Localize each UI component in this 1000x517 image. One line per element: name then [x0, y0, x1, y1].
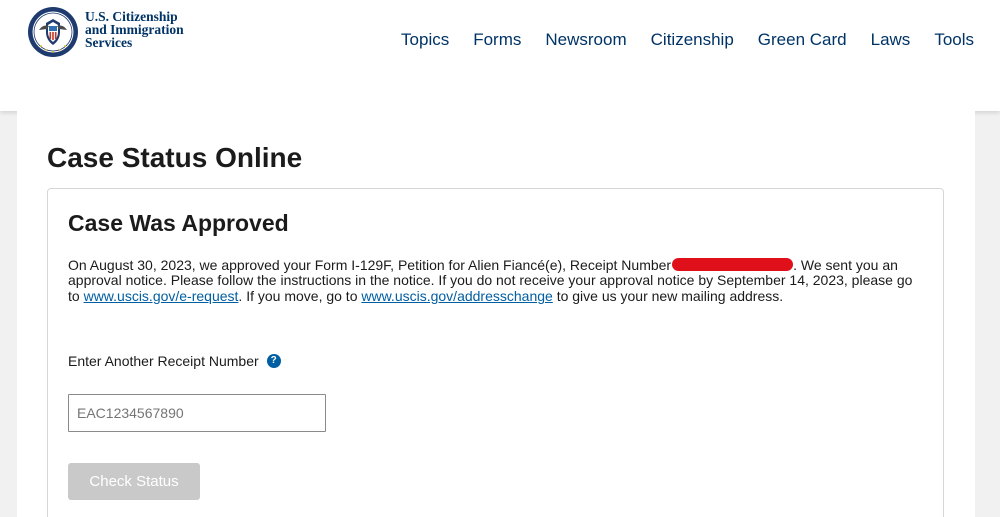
dhs-seal-icon [28, 7, 78, 57]
case-status-card: Case Was Approved On August 30, 2023, we… [47, 188, 944, 517]
logo-line-3: Services [85, 35, 133, 50]
site-header: U.S. Citizenship and Immigration Service… [0, 0, 1000, 111]
nav-citizenship[interactable]: Citizenship [651, 29, 734, 51]
redacted-receipt-number [672, 258, 794, 271]
nav-green-card[interactable]: Green Card [758, 29, 847, 51]
nav-topics[interactable]: Topics [401, 29, 449, 51]
e-request-link[interactable]: www.uscis.gov/e-request [84, 288, 239, 304]
question-circle-icon[interactable]: ? [266, 354, 281, 368]
main-nav: Topics Forms Newsroom Citizenship Green … [401, 29, 974, 51]
nav-tools[interactable]: Tools [934, 29, 974, 51]
address-change-link[interactable]: www.uscis.gov/addresschange [361, 288, 552, 304]
check-status-button[interactable]: Check Status [68, 463, 200, 500]
uscis-logo[interactable]: U.S. Citizenship and Immigration Service… [27, 6, 184, 58]
page-title: Case Status Online [47, 142, 303, 173]
desc-text-4: to give us your new mailing address. [552, 287, 784, 304]
logo-text: U.S. Citizenship and Immigration Service… [85, 10, 184, 50]
receipt-number-label: Enter Another Receipt Number ? [68, 353, 281, 369]
main-content: Case Status Online Case Was Approved On … [17, 111, 975, 517]
receipt-number-input[interactable] [68, 394, 326, 432]
desc-text-3: . If you move, go to [238, 287, 362, 304]
nav-newsroom[interactable]: Newsroom [545, 29, 626, 51]
nav-forms[interactable]: Forms [473, 29, 521, 51]
nav-laws[interactable]: Laws [871, 29, 911, 51]
case-status-description: On August 30, 2023, we approved your For… [68, 257, 923, 304]
desc-text-1: On August 30, 2023, we approved your For… [68, 257, 672, 273]
receipt-number-label-text: Enter Another Receipt Number [68, 353, 259, 369]
case-status-title: Case Was Approved [68, 210, 289, 236]
